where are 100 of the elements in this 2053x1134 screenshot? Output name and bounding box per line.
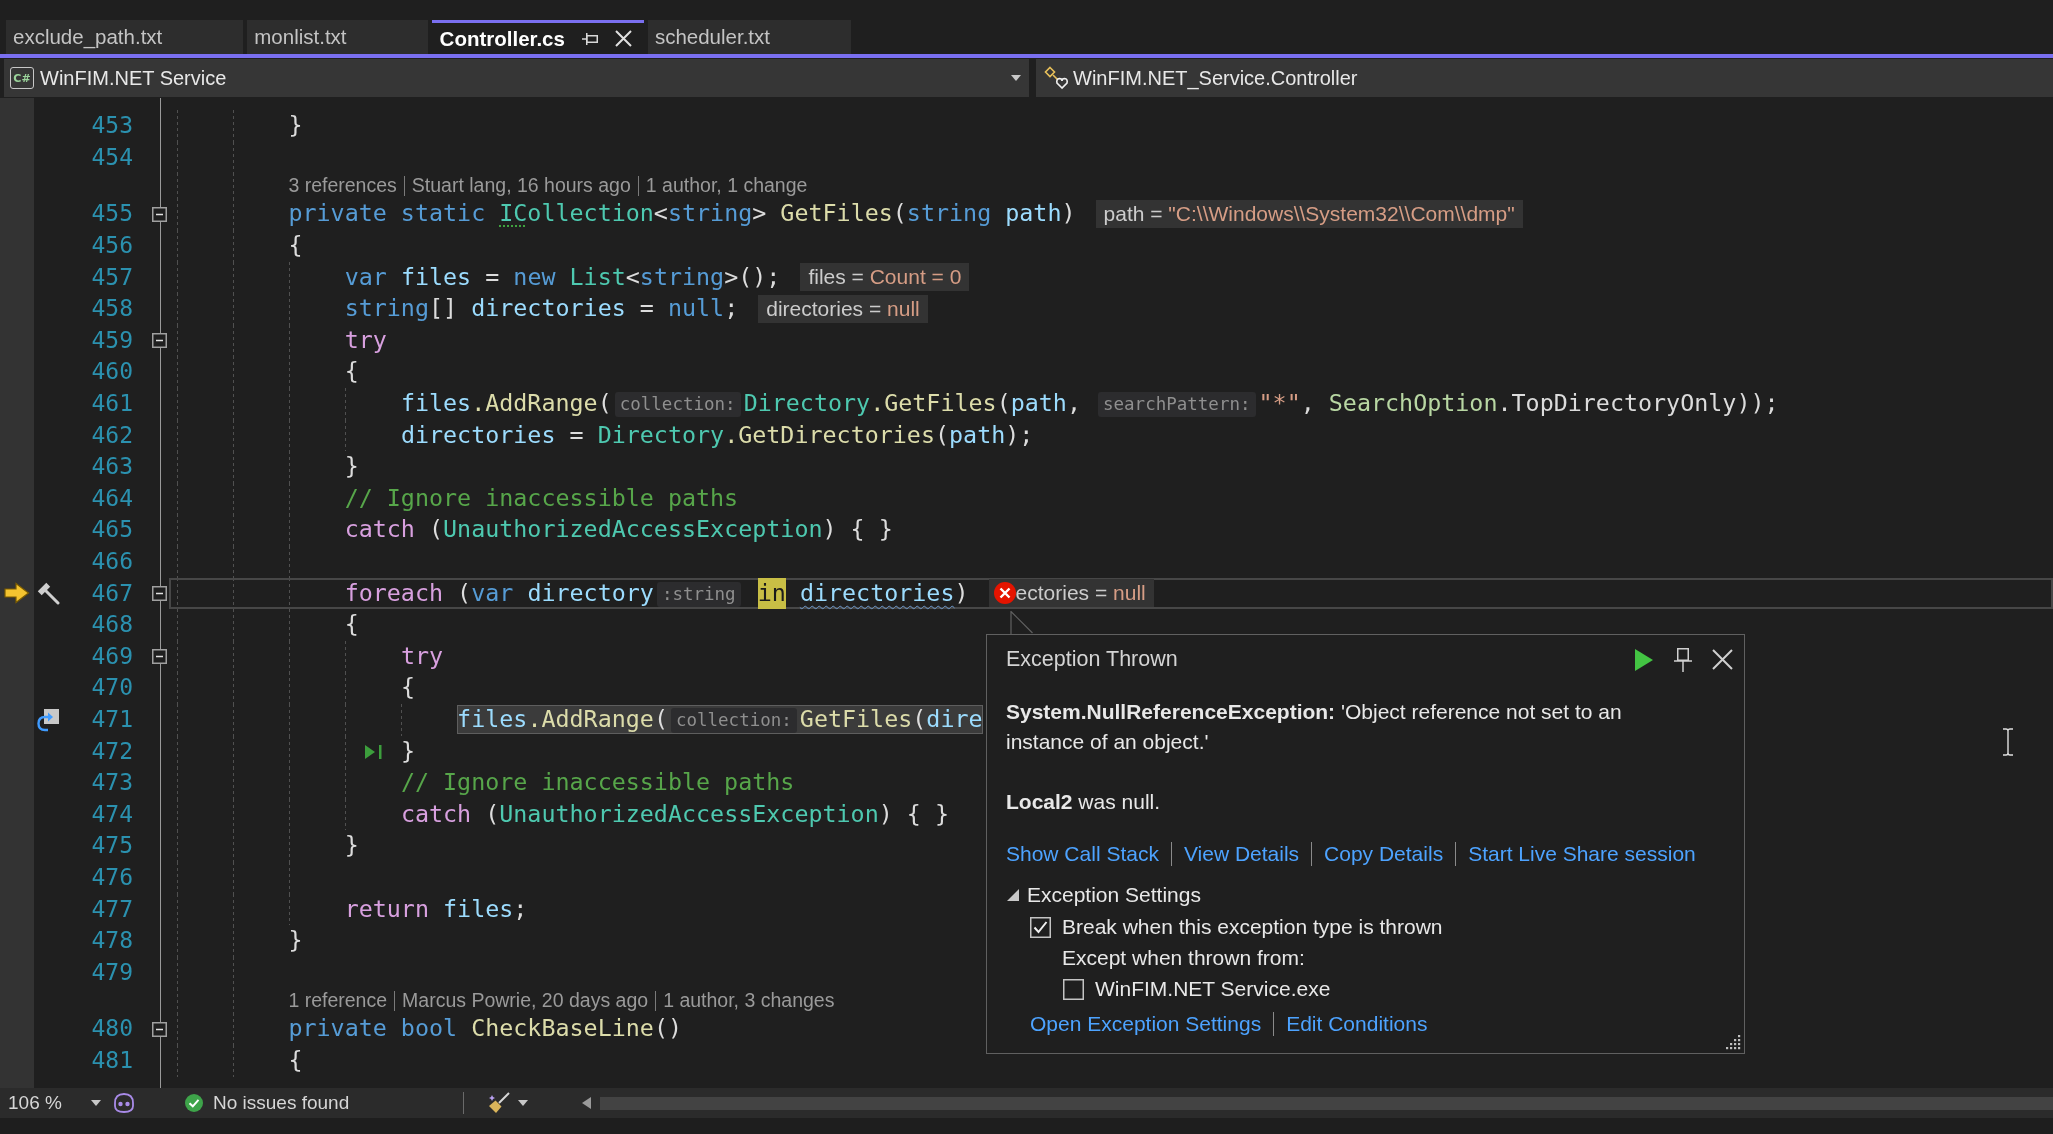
checkbox-label[interactable]: WinFIM.NET Service.exe <box>1095 977 1331 1001</box>
datatip-text: directories = null <box>766 297 920 322</box>
tab[interactable]: monlist.txt <box>247 20 428 54</box>
code-line: private bool CheckBaseLine() <box>288 1013 682 1045</box>
zoom-dropdown[interactable]: 106 % <box>0 1088 103 1118</box>
datatip-text: ectories = null <box>1015 581 1146 606</box>
line-number: 474 <box>91 799 133 829</box>
code-line: // Ignore inaccessible paths <box>400 767 795 799</box>
line-number: 467 <box>91 578 133 608</box>
popup-title: Exception Thrown <box>1006 647 1178 672</box>
collapse-icon[interactable] <box>152 1021 167 1037</box>
code-line: { <box>288 230 303 262</box>
datatip-text: path = "C:\\Windows\\System32\\Com\\dmp" <box>1103 202 1515 227</box>
horizontal-scrollbar[interactable] <box>600 1096 2053 1110</box>
code-line: return files; <box>344 893 528 925</box>
line-number: 475 <box>91 831 133 861</box>
action-link[interactable]: Edit Conditions <box>1286 1012 1428 1036</box>
line-number: 465 <box>91 515 133 545</box>
code-line: } <box>344 451 359 483</box>
action-link[interactable]: View Details <box>1183 842 1300 866</box>
line-number: 461 <box>91 389 133 419</box>
line-number: 479 <box>91 957 133 987</box>
tab[interactable]: exclude_path.txt <box>6 20 244 54</box>
collapse-icon[interactable] <box>152 333 167 349</box>
action-link[interactable]: Open Exception Settings <box>1030 1012 1262 1036</box>
exception-message: System.NullReferenceException: 'Object reference not set to an instance of an object.' <box>1006 699 1623 755</box>
action-link[interactable]: Show Call Stack <box>1006 842 1159 866</box>
checkbox[interactable] <box>1063 978 1084 1000</box>
hammer-icon <box>36 581 60 606</box>
settings-heading[interactable]: Exception Settings <box>1027 883 1201 907</box>
caret-icon <box>518 1100 529 1106</box>
line-number: 464 <box>91 483 133 513</box>
close-icon[interactable] <box>1712 649 1733 670</box>
codelens-link[interactable]: 1 reference <box>288 989 388 1013</box>
play-icon[interactable] <box>1634 647 1654 672</box>
codelens-link[interactable]: 3 references <box>288 174 397 198</box>
line-number: 460 <box>91 357 133 387</box>
line-number: 454 <box>91 142 133 172</box>
checkbox-label[interactable]: Break when this exception type is thrown <box>1062 915 1443 939</box>
issues-button[interactable]: No issues found <box>185 1088 350 1118</box>
line-number: 478 <box>91 926 133 956</box>
settings-text: Except when thrown from: <box>1062 946 1305 970</box>
checkbox[interactable] <box>1030 916 1051 938</box>
line-number: 463 <box>91 452 133 482</box>
line-number: 453 <box>91 111 133 141</box>
scroll-left-icon[interactable] <box>582 1097 592 1109</box>
codelens-link[interactable]: 1 author, 1 change <box>645 174 808 198</box>
collapse-icon[interactable] <box>152 649 167 665</box>
code-line: { <box>344 609 359 641</box>
line-number: 456 <box>91 231 133 261</box>
caret-icon[interactable] <box>1007 889 1019 901</box>
line-number: 455 <box>91 199 133 229</box>
code-line: catch (UnauthorizedAccessException) { } <box>400 798 949 830</box>
datatip-text: files = Count = 0 <box>808 265 962 290</box>
line-number: 466 <box>91 547 133 576</box>
line-number: 481 <box>91 1045 133 1075</box>
collapse-icon[interactable] <box>152 585 167 601</box>
file-type-badge: C# <box>10 67 34 89</box>
line-number: 470 <box>91 673 133 703</box>
action-link[interactable]: Copy Details <box>1324 842 1444 866</box>
resize-grip-icon[interactable] <box>1724 1033 1741 1050</box>
check-circle-icon <box>185 1094 203 1112</box>
exception-detail: Local2 was null. <box>1006 788 1161 815</box>
broom-icon <box>488 1092 511 1114</box>
close-icon[interactable] <box>614 30 632 47</box>
code-line: } <box>288 925 303 957</box>
code-line: string[] directories = null; <box>344 293 739 325</box>
caret-icon <box>1011 75 1021 81</box>
caret-icon <box>91 1100 101 1106</box>
code-line: private static ICollection<string> GetFiles(string path) <box>288 198 1076 230</box>
pin-icon[interactable] <box>581 32 598 45</box>
codelens-link[interactable]: Marcus Powrie, 20 days ago <box>402 989 649 1013</box>
code-line: try <box>344 324 387 356</box>
line-number: 477 <box>91 894 133 924</box>
line-number: 472 <box>91 736 133 766</box>
line-number: 476 <box>91 862 133 892</box>
code-line: var files = new List<string>(); <box>344 261 781 293</box>
codelens-link[interactable]: 1 author, 3 changes <box>663 989 835 1013</box>
robot-head-icon[interactable] <box>113 1093 135 1113</box>
collapse-icon[interactable] <box>152 206 167 222</box>
line-number: 471 <box>91 705 133 734</box>
code-line: { <box>400 672 415 704</box>
code-line: try <box>400 640 444 672</box>
action-link[interactable]: Start Live Share session <box>1468 842 1696 866</box>
pin-icon[interactable] <box>1674 647 1692 672</box>
tab[interactable]: scheduler.txt <box>647 20 851 54</box>
project-dropdown[interactable]: C# WinFIM.NET Service <box>4 59 1029 97</box>
code-line: files.AddRange( collection: Directory.GetFiles(path, searchPattern: "*", SearchOption.TopDirectoryOnly)); <box>400 388 1779 420</box>
line-number: 459 <box>91 325 133 355</box>
code-line: // Ignore inaccessible paths <box>344 482 739 514</box>
line-number: 480 <box>91 1014 133 1044</box>
line-number: 462 <box>91 420 133 450</box>
code-line: directories = Directory.GetDirectories(path); <box>400 419 1034 451</box>
line-number: 468 <box>91 610 133 640</box>
codelens-link[interactable]: Stuart lang, 16 hours ago <box>411 174 631 198</box>
line-number: 473 <box>91 768 133 798</box>
line-number: 457 <box>91 262 133 292</box>
play-bar-icon[interactable] <box>363 743 384 760</box>
type-dropdown[interactable]: WinFIM.NET_Service.Controller <box>1036 59 2053 97</box>
code-line: } <box>400 735 415 767</box>
